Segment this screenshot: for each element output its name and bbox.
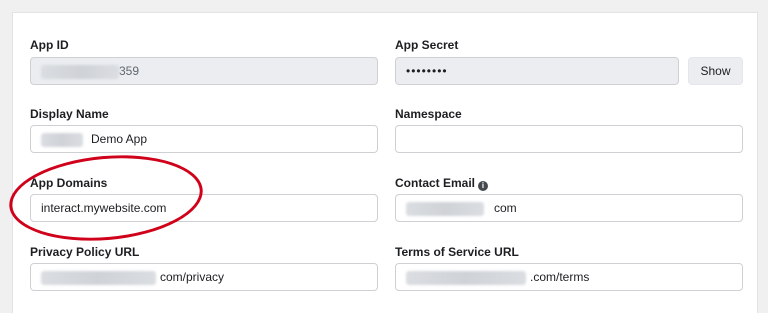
app-id-field[interactable]: 359 [30, 57, 378, 85]
terms-of-service-url-value: .com/terms [530, 270, 590, 284]
contact-email-label-text: Contact Email [395, 176, 476, 190]
display-name-value: Demo App [91, 132, 148, 146]
redacted-text [406, 270, 526, 285]
terms-of-service-url-field[interactable]: .com/terms [395, 263, 743, 291]
contact-email-field[interactable]: com [395, 194, 743, 222]
redacted-text [406, 201, 484, 216]
namespace-field[interactable] [395, 125, 743, 153]
info-icon[interactable]: i [478, 181, 489, 191]
display-name-field[interactable]: Demo App [30, 125, 378, 153]
contact-email-label: Contact Email i [395, 176, 489, 191]
redacted-text [41, 64, 119, 79]
show-secret-button[interactable]: Show [688, 57, 743, 85]
contact-email-value: com [494, 201, 517, 215]
redacted-text [41, 270, 156, 285]
app-id-value: 359 [119, 64, 140, 78]
privacy-policy-url-field[interactable]: com/privacy [30, 263, 378, 291]
app-secret-field[interactable]: •••••••• [395, 57, 679, 85]
app-domains-label: App Domains [30, 176, 108, 190]
redacted-text [41, 132, 83, 147]
app-domains-field[interactable]: interact.mywebsite.com [30, 194, 378, 222]
app-secret-label: App Secret [395, 38, 459, 52]
app-id-label: App ID [30, 38, 69, 52]
display-name-label: Display Name [30, 107, 109, 121]
namespace-label: Namespace [395, 107, 462, 121]
terms-of-service-url-label: Terms of Service URL [395, 245, 519, 259]
privacy-policy-url-label: Privacy Policy URL [30, 245, 140, 259]
privacy-policy-url-value: com/privacy [160, 270, 225, 284]
